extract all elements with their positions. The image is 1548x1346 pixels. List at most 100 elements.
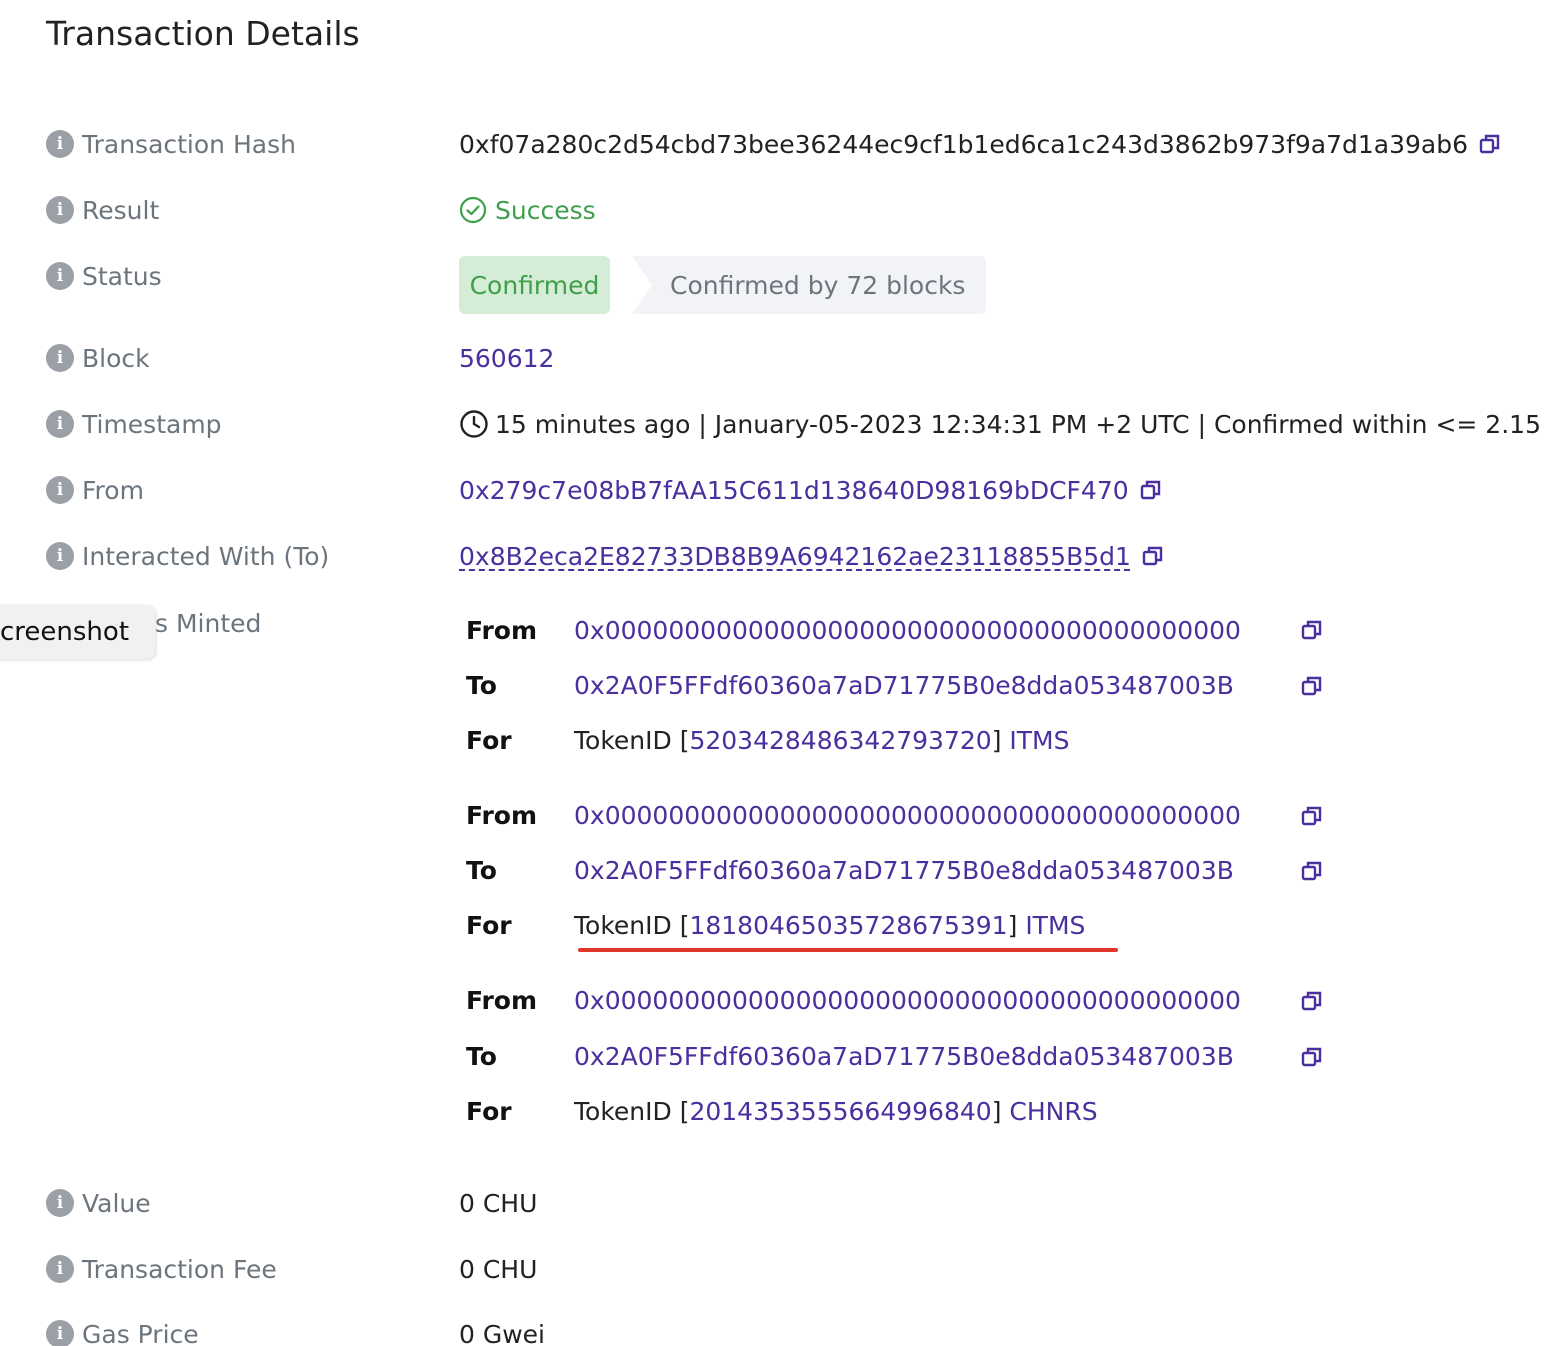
copy-icon[interactable] <box>1141 544 1165 568</box>
page-title: Transaction Details <box>46 14 360 53</box>
label-text: Value <box>82 1188 151 1218</box>
info-icon[interactable]: i <box>46 1320 74 1346</box>
transfer-from-address[interactable]: 0x00000000000000000000000000000000000000… <box>574 980 1241 1020</box>
transfer-to-address[interactable]: 0x2A0F5FFdf60360a7aD71775B0e8dda05348700… <box>574 1036 1234 1076</box>
label-gas-price: i Gas Price <box>46 1314 199 1346</box>
fee-amount: 0 CHU <box>459 1254 538 1284</box>
status-badge-blocks: Confirmed by 72 blocks <box>632 256 986 314</box>
value-amount: 0 CHU <box>459 1188 538 1218</box>
highlight-underline <box>578 948 1118 952</box>
row-block: i Block 560612 <box>0 338 1548 378</box>
info-icon[interactable]: i <box>46 196 74 224</box>
status-badge-confirmed: Confirmed <box>459 256 610 314</box>
from-address-link[interactable]: 0x279c7e08bB7fAA15C611d138640D98169bDCF4… <box>459 476 1129 505</box>
copy-icon[interactable] <box>1300 1045 1324 1069</box>
info-icon[interactable]: i <box>46 1189 74 1217</box>
label-result: i Result <box>46 190 159 230</box>
row-result: i Result Success <box>0 190 1548 230</box>
label-text: Timestamp <box>82 409 222 439</box>
row-interacted-with: i Interacted With (To) 0x8B2eca2E82733DB… <box>0 536 1548 576</box>
gas-amount: 0 Gwei <box>459 1319 545 1346</box>
timestamp-text: 15 minutes ago | January-05-2023 12:34:3… <box>495 409 1541 439</box>
value-interacted-with: 0x8B2eca2E82733DB8B9A6942162ae23118855B5… <box>459 536 1165 576</box>
label-text: Status <box>82 261 162 291</box>
label-text: Transaction Fee <box>82 1254 277 1284</box>
row-value: i Value 0 CHU <box>0 1183 1548 1223</box>
info-icon[interactable]: i <box>46 410 74 438</box>
label-transaction-hash: i Transaction Hash <box>46 124 296 164</box>
value-result: Success <box>459 190 596 230</box>
token-symbol-link[interactable]: CHNRS <box>1009 1097 1097 1126</box>
transfer-for-key: For <box>466 725 512 755</box>
check-circle-icon <box>459 196 487 224</box>
row-gas-price: i Gas Price 0 Gwei <box>0 1314 1548 1346</box>
token-symbol-link[interactable]: ITMS <box>1009 726 1069 755</box>
label-text: Gas Price <box>82 1319 199 1346</box>
info-icon[interactable]: i <box>46 262 74 290</box>
token-id-link[interactable]: 2014353555664996840 <box>689 1097 991 1126</box>
result-text: Success <box>495 195 596 225</box>
label-interacted-with: i Interacted With (To) <box>46 536 329 576</box>
label-status: i Status <box>46 256 162 296</box>
token-symbol-link[interactable]: ITMS <box>1025 911 1085 940</box>
transfer-token: TokenID [2014353555664996840] CHNRS <box>574 1091 1098 1131</box>
token-id-link[interactable]: 5203428486342793720 <box>689 726 991 755</box>
label-tokens-minted: s Minted <box>155 608 262 638</box>
transfer-to-key: To <box>466 1041 497 1071</box>
token-id-link[interactable]: 18180465035728675391 <box>689 911 1007 940</box>
value-timestamp: 15 minutes ago | January-05-2023 12:34:3… <box>459 404 1541 444</box>
row-transaction-fee: i Transaction Fee 0 CHU <box>0 1249 1548 1289</box>
status-blocks-text: Confirmed by 72 blocks <box>670 270 966 300</box>
transfer-token: TokenID [5203428486342793720] ITMS <box>574 720 1070 760</box>
label-text: Transaction Hash <box>82 129 296 159</box>
transfer-from-address[interactable]: 0x00000000000000000000000000000000000000… <box>574 610 1241 650</box>
transfer-from-address[interactable]: 0x00000000000000000000000000000000000000… <box>574 795 1241 835</box>
label-block: i Block <box>46 338 150 378</box>
value-transaction-hash: 0xf07a280c2d54cbd73bee36244ec9cf1b1ed6ca… <box>459 124 1502 164</box>
transfer-from-key: From <box>466 800 538 830</box>
label-text: From <box>82 475 144 505</box>
token-prefix: TokenID [ <box>574 1096 690 1126</box>
transfer-token: TokenID [18180465035728675391] ITMS <box>574 905 1085 945</box>
copy-icon[interactable] <box>1139 478 1163 502</box>
row-transaction-hash: i Transaction Hash 0xf07a280c2d54cbd73be… <box>0 124 1548 164</box>
transfer-for-key: For <box>466 910 512 940</box>
copy-icon[interactable] <box>1300 859 1324 883</box>
value-transaction-fee: 0 CHU <box>459 1249 537 1289</box>
transfer-to-address[interactable]: 0x2A0F5FFdf60360a7aD71775B0e8dda05348700… <box>574 850 1234 890</box>
value-value: 0 CHU <box>459 1183 537 1223</box>
clock-icon <box>460 410 488 438</box>
label-from: i From <box>46 470 144 510</box>
info-icon[interactable]: i <box>46 1255 74 1283</box>
screenshot-tab[interactable]: creenshot <box>0 605 155 659</box>
label-timestamp: i Timestamp <box>46 404 222 444</box>
copy-icon[interactable] <box>1300 804 1324 828</box>
label-text: Block <box>82 343 150 373</box>
transfer-to-key: To <box>466 670 497 700</box>
token-bracket: ] <box>991 725 1002 755</box>
value-block: 560612 <box>459 338 554 378</box>
transfer-from-key: From <box>466 615 538 645</box>
to-address-link[interactable]: 0x8B2eca2E82733DB8B9A6942162ae23118855B5… <box>459 542 1131 571</box>
row-timestamp: i Timestamp 15 minutes ago | January-05-… <box>0 404 1548 444</box>
info-icon[interactable]: i <box>46 130 74 158</box>
label-text: Result <box>82 195 160 225</box>
row-from: i From 0x279c7e08bB7fAA15C611d138640D981… <box>0 470 1548 510</box>
token-bracket: ] <box>1007 910 1018 940</box>
label-transaction-fee: i Transaction Fee <box>46 1249 277 1289</box>
block-link[interactable]: 560612 <box>459 344 554 373</box>
info-icon[interactable]: i <box>46 476 74 504</box>
copy-icon[interactable] <box>1300 618 1324 642</box>
copy-icon[interactable] <box>1300 989 1324 1013</box>
value-from: 0x279c7e08bB7fAA15C611d138640D98169bDCF4… <box>459 470 1163 510</box>
token-bracket: ] <box>991 1096 1002 1126</box>
transaction-hash: 0xf07a280c2d54cbd73bee36244ec9cf1b1ed6ca… <box>459 129 1468 159</box>
copy-icon[interactable] <box>1478 132 1502 156</box>
info-icon[interactable]: i <box>46 344 74 372</box>
info-icon[interactable]: i <box>46 542 74 570</box>
transfer-for-key: For <box>466 1096 512 1126</box>
value-gas-price: 0 Gwei <box>459 1314 545 1346</box>
transfer-to-address[interactable]: 0x2A0F5FFdf60360a7aD71775B0e8dda05348700… <box>574 665 1234 705</box>
copy-icon[interactable] <box>1300 674 1324 698</box>
label-text: Interacted With (To) <box>82 541 330 571</box>
